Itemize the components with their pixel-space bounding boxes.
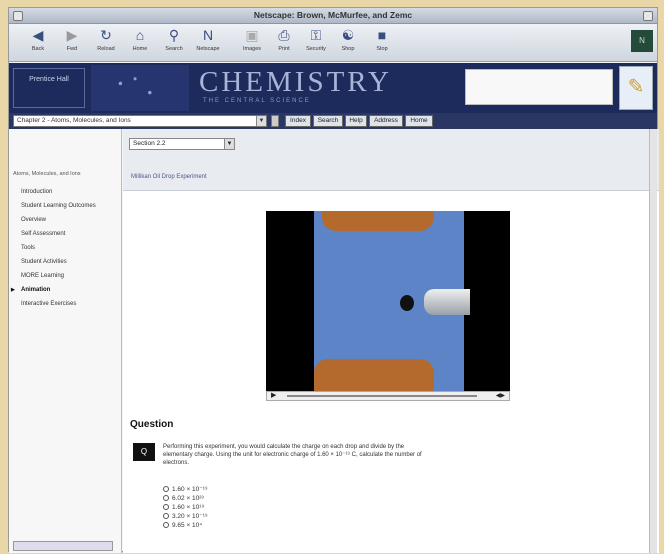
sidebar-item-more[interactable]: MORE Learning — [15, 273, 119, 287]
search-button[interactable]: ⚲ Search — [161, 27, 187, 59]
section-select-value: Section 2.2 — [133, 140, 166, 147]
publisher-logo[interactable]: Prentice Hall — [13, 68, 85, 108]
print-icon: ⎙ — [278, 27, 290, 43]
sidebar-item-self-assessment[interactable]: Self Assessment — [15, 231, 119, 245]
zoom-box[interactable] — [643, 11, 653, 21]
stop-icon: ■ — [377, 27, 387, 43]
sidebar-scrollbar[interactable] — [13, 541, 113, 551]
netscape-button[interactable]: N Netscape — [195, 27, 221, 59]
choice-item[interactable]: 1.60 × 10¹⁹ — [163, 503, 208, 512]
images-button[interactable]: ▣ Images — [239, 27, 265, 59]
vertical-scrollbar[interactable] — [649, 129, 657, 553]
forward-arrow-icon: ▶ — [66, 27, 78, 43]
oil-drop-scene — [314, 211, 470, 391]
banner-title: CHEMISTRY — [199, 66, 392, 98]
home-icon: ⌂ — [135, 27, 145, 43]
radio-icon[interactable] — [163, 504, 169, 511]
step-icon[interactable]: ◀▶ — [496, 392, 505, 400]
stop-button[interactable]: ■ Stop — [369, 27, 395, 59]
choice-item[interactable]: 9.65 × 10⁴ — [163, 521, 208, 530]
browser-window: Netscape: Brown, McMurfee, and Zemc ◀ Bac… — [8, 7, 659, 553]
radio-icon[interactable] — [163, 495, 169, 502]
sidebar-item-exercises[interactable]: Interactive Exercises — [15, 301, 119, 315]
throbber-logo: N — [631, 30, 653, 52]
chevron-down-icon: ▼ — [224, 139, 234, 149]
sidebar-list: Introduction Student Learning Outcomes O… — [11, 189, 119, 315]
home-button[interactable]: ⌂ Home — [127, 27, 153, 59]
back-button[interactable]: ◀ Back — [25, 27, 51, 59]
reload-button[interactable]: ↻ Reload — [93, 27, 119, 59]
chapter-select-value: Chapter 2 - Atoms, Molecules, and Ions — [17, 117, 131, 124]
netscape-icon: N — [202, 27, 214, 43]
sidebar: Atoms, Molecules, and Ions Introduction … — [9, 129, 122, 553]
tab-home[interactable]: Home — [405, 115, 433, 127]
animation-player[interactable] — [266, 211, 510, 391]
play-icon[interactable]: ▶ — [271, 392, 276, 400]
breadcrumb: Millikan Oil Drop Experiment — [131, 174, 207, 180]
pencil-icon[interactable]: ✎ — [619, 66, 653, 110]
oil-drop — [400, 295, 414, 311]
sidebar-item-activities[interactable]: Student Activities — [15, 259, 119, 273]
tab-search[interactable]: Search — [313, 115, 343, 127]
security-icon: ⚿ — [310, 27, 322, 43]
choice-item[interactable]: 1.60 × 10⁻¹⁹ — [163, 485, 208, 494]
security-button[interactable]: ⚿ Security — [303, 27, 329, 59]
bottom-plate — [314, 359, 434, 391]
chemistry-banner: Prentice Hall CHEMISTRY THE CENTRAL SCIE… — [9, 63, 657, 113]
answer-choices: 1.60 × 10⁻¹⁹ 6.02 × 10²³ 1.60 × 10¹⁹ 3.2… — [163, 485, 208, 530]
choice-item[interactable]: 3.20 × 10⁻¹⁹ — [163, 512, 208, 521]
reload-icon: ↻ — [100, 27, 112, 43]
progress-track[interactable] — [287, 395, 477, 397]
question-title: Question — [130, 419, 174, 430]
shop-icon: ☯ — [341, 27, 355, 43]
chapter-nav: Chapter 2 - Atoms, Molecules, and Ions ▼… — [9, 113, 657, 129]
content-header: Section 2.2 ▼ Millikan Oil Drop Experime… — [123, 129, 659, 191]
sidebar-heading: Atoms, Molecules, and Ions — [13, 171, 81, 177]
sidebar-item-outcomes[interactable]: Student Learning Outcomes — [15, 203, 119, 217]
sidebar-item-introduction[interactable]: Introduction — [15, 189, 119, 203]
question-text: Performing this experiment, you would ca… — [163, 444, 422, 466]
window-title: Netscape: Brown, McMurfee, and Zemc — [253, 10, 413, 20]
question-icon: Q — [133, 443, 155, 461]
banner-panel — [465, 69, 613, 105]
sidebar-item-animation[interactable]: Animation — [11, 287, 119, 301]
radio-icon[interactable] — [163, 513, 169, 520]
toolbar: ◀ Back ▶ Fwd ↻ Reload ⌂ Home ⚲ Search N Netsca… — [9, 24, 657, 62]
tab-address[interactable]: Address — [369, 115, 403, 127]
images-icon: ▣ — [245, 27, 259, 43]
search-icon: ⚲ — [168, 27, 180, 43]
molecule-graphic — [91, 65, 189, 111]
main-content: Section 2.2 ▼ Millikan Oil Drop Experime… — [123, 129, 659, 553]
chevron-down-icon: ▼ — [256, 116, 266, 126]
chapter-select[interactable]: Chapter 2 - Atoms, Molecules, and Ions ▼ — [13, 115, 267, 127]
sidebar-item-overview[interactable]: Overview — [15, 217, 119, 231]
back-arrow-icon: ◀ — [32, 27, 44, 43]
tab-help[interactable]: Help — [345, 115, 367, 127]
go-button[interactable] — [271, 115, 279, 127]
section-select[interactable]: Section 2.2 ▼ — [129, 138, 235, 150]
microscope-nozzle — [424, 289, 470, 315]
sidebar-item-tools[interactable]: Tools — [15, 245, 119, 259]
forward-button[interactable]: ▶ Fwd — [59, 27, 85, 59]
radio-icon[interactable] — [163, 486, 169, 493]
print-button[interactable]: ⎙ Print — [271, 27, 297, 59]
top-plate — [322, 211, 434, 231]
banner-subtitle: THE CENTRAL SCIENCE — [203, 98, 311, 104]
shop-button[interactable]: ☯ Shop — [335, 27, 361, 59]
choice-item[interactable]: 6.02 × 10²³ — [163, 494, 208, 503]
radio-icon[interactable] — [163, 522, 169, 529]
video-controls: ▶ ◀▶ — [266, 391, 510, 401]
tab-index[interactable]: Index — [285, 115, 311, 127]
title-bar: Netscape: Brown, McMurfee, and Zemc — [9, 8, 657, 24]
